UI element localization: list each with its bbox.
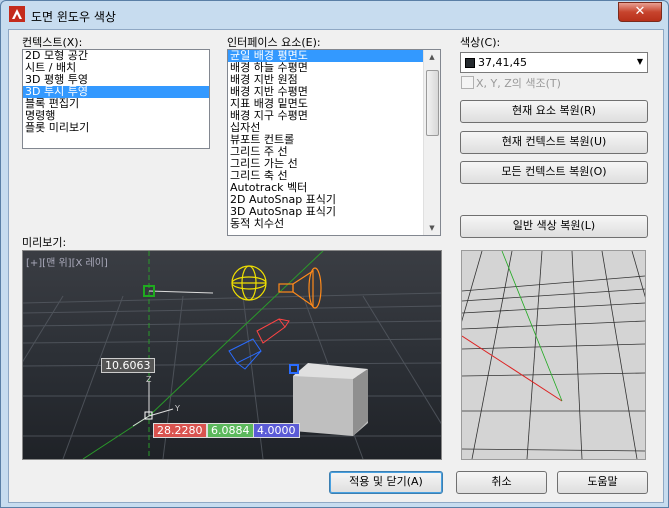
spotlight-icon <box>278 267 322 309</box>
color-label: 색상(C): <box>460 36 501 49</box>
interface-element-list-item[interactable]: 배경 지반 원점 <box>228 74 423 86</box>
title-bar[interactable]: 도면 윈도우 색상 ✕ <box>1 1 668 29</box>
context-list-item[interactable]: 3D 평행 투영 <box>23 74 209 86</box>
context-listbox[interactable]: 2D 모형 공간 시트 / 배치 3D 평행 투영 3D 투시 투영 블록 편집기 명령행… <box>22 49 210 149</box>
color-swatch <box>465 58 475 68</box>
interface-element-list-item[interactable]: 3D AutoSnap 표식기 <box>228 206 423 218</box>
apply-close-button[interactable]: 적용 및 닫기(A) <box>329 471 443 494</box>
light-glyph-icon <box>231 265 267 301</box>
coord-x-field: 28.2280 <box>153 423 207 438</box>
color-value: 37,41,45 <box>478 56 527 69</box>
interface-element-list-item[interactable]: 지표 배경 밑면도 <box>228 98 423 110</box>
scroll-down-icon[interactable]: ▼ <box>424 221 440 235</box>
viewport-controls-label: [+][맨 위][X 레이] <box>26 258 108 269</box>
interface-element-list-item[interactable]: 배경 지구 수평면 <box>228 110 423 122</box>
context-list-item[interactable]: 블록 편집기 <box>23 98 209 110</box>
context-list-item[interactable]: 시트 / 배치 <box>23 62 209 74</box>
interface-element-list-item[interactable]: 그리드 주 선 <box>228 146 423 158</box>
dialog-body: 컨텍스트(X): 2D 모형 공간 시트 / 배치 3D 평행 투영 3D 투시 투영… <box>8 29 664 503</box>
interface-element-list-item[interactable]: 2D AutoSnap 표식기 <box>228 194 423 206</box>
interface-element-list-item[interactable]: Autotrack 벡터 <box>228 182 423 194</box>
xyz-tint-label: X, Y, Z의 색조(T) <box>476 77 561 90</box>
preview-viewport: Z Y [+][맨 위][X 레이] 10.6063 28.2280 6.088… <box>22 250 442 460</box>
coord-y-field: 6.0884 <box>207 423 254 438</box>
context-list-item[interactable]: 3D 투시 투영 <box>23 86 209 98</box>
color-dropdown[interactable]: 37,41,45 ▼ <box>460 52 648 73</box>
cancel-button[interactable]: 취소 <box>456 471 547 494</box>
restore-all-contexts-button[interactable]: 모든 컨텍스트 복원(O) <box>460 161 648 184</box>
ucs-icon <box>132 381 174 427</box>
interface-scrollbar[interactable]: ▲ ▼ <box>423 50 440 235</box>
preview-label: 미리보기: <box>22 236 67 249</box>
dialog-window: 도면 윈도우 색상 ✕ 컨텍스트(X): 2D 모형 공간 시트 / 배치 3D 평… <box>0 0 669 508</box>
interface-element-label: 인터페이스 요소(E): <box>227 36 321 49</box>
restore-context-button[interactable]: 현재 컨텍스트 복원(U) <box>460 131 648 154</box>
interface-element-list-item[interactable]: 그리드 축 선 <box>228 170 423 182</box>
restore-element-button[interactable]: 현재 요소 복원(R) <box>460 100 648 123</box>
autocad-logo-icon <box>9 6 25 22</box>
box-object <box>293 363 368 436</box>
perspective-grid <box>462 251 645 459</box>
dimension-value: 10.6063 <box>101 358 155 373</box>
interface-element-list-item[interactable]: 배경 하늘 수평면 <box>228 62 423 74</box>
interface-element-list-item[interactable]: 뷰포트 컨트롤 <box>228 134 423 146</box>
xyz-tint-checkbox[interactable] <box>461 76 474 89</box>
context-list-item[interactable]: 명령행 <box>23 110 209 122</box>
context-label: 컨텍스트(X): <box>22 36 83 49</box>
interface-element-list-item[interactable]: 균일 배경 평면도 <box>228 50 423 62</box>
interface-element-listbox[interactable]: 균일 배경 평면도 배경 하늘 수평면 배경 지반 원점 배경 지반 수평면 지표 배경… <box>227 49 441 236</box>
window-title: 도면 윈도우 색상 <box>31 10 116 24</box>
coord-z-field: 4.0000 <box>253 423 300 438</box>
context-list-item[interactable]: 플롯 미리보기 <box>23 122 209 134</box>
restore-classic-colors-button[interactable]: 일반 색상 복원(L) <box>460 215 648 238</box>
help-button[interactable]: 도움말 <box>557 471 648 494</box>
svg-text:Y: Y <box>174 404 180 413</box>
context-list-item[interactable]: 2D 모형 공간 <box>23 50 209 62</box>
interface-element-list-item[interactable]: 그리드 가는 선 <box>228 158 423 170</box>
svg-text:Z: Z <box>146 375 152 384</box>
chevron-down-icon: ▼ <box>636 57 643 66</box>
preview-secondary <box>461 250 646 460</box>
scroll-up-icon[interactable]: ▲ <box>424 50 440 64</box>
close-button[interactable]: ✕ <box>618 2 662 22</box>
interface-element-list-item[interactable]: 배경 지반 수평면 <box>228 86 423 98</box>
interface-element-list-item[interactable]: 십자선 <box>228 122 423 134</box>
interface-element-list-item[interactable]: 동적 치수선 <box>228 218 423 230</box>
scroll-thumb[interactable] <box>426 70 439 136</box>
